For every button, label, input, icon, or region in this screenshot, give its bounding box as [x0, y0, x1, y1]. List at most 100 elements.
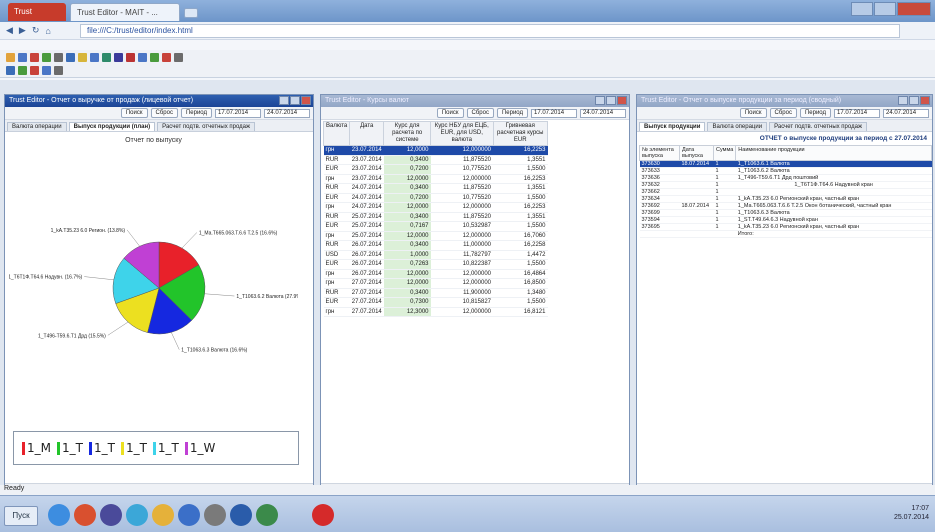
col-product-name[interactable]: Наименование продукции — [735, 145, 932, 161]
grid-icon[interactable] — [18, 66, 27, 75]
report-row[interactable]: 373636 1 1_T496-T59.6.T1 Дрд поштовий — [639, 174, 932, 182]
home-icon[interactable]: ⌂ — [45, 26, 50, 36]
col-currency[interactable]: Валюта — [322, 121, 351, 146]
table-row[interactable]: EUR 26.07.2014 0,7263 10,822387 1,5500 — [323, 259, 548, 270]
minimize-button[interactable] — [851, 2, 873, 16]
table-row[interactable]: RUR 27.07.2014 0,3400 11,900000 1,3480 — [323, 288, 548, 298]
table-row[interactable]: USD 26.07.2014 1,0000 11,782797 1,4472 — [323, 250, 548, 260]
maximize-button[interactable] — [606, 96, 616, 105]
calc-icon[interactable] — [42, 66, 51, 75]
folder-icon[interactable] — [152, 504, 174, 526]
close-button[interactable] — [920, 96, 930, 105]
url-input[interactable]: file:///C:/trust/editor/index.html — [80, 24, 900, 38]
minimize-button[interactable] — [279, 96, 289, 105]
ie-icon[interactable] — [48, 504, 70, 526]
report-row[interactable]: 373632 1 1_T6T1Ф.T64.6 Надувной кран — [639, 181, 932, 189]
table-row[interactable]: грн 26.07.2014 12,0000 12,000000 16,4864 — [323, 269, 548, 279]
add-icon[interactable] — [42, 52, 51, 62]
trust-app-icon[interactable] — [230, 504, 252, 526]
window-icon[interactable] — [6, 66, 15, 75]
report-row[interactable]: 373594 1 1_ST.T49.64.6.3 Надувной кран — [639, 216, 932, 224]
report-row[interactable]: 373695 1 1_kA.T35.23 6.0 Регионский кран, … — [639, 223, 932, 231]
period-button[interactable]: Период — [799, 108, 831, 118]
print-icon[interactable] — [54, 52, 63, 62]
table-row[interactable]: EUR 25.07.2014 0,7167 10,532987 1,5500 — [323, 221, 548, 232]
search-button[interactable]: Поиск — [436, 108, 464, 118]
refresh-icon[interactable] — [66, 52, 75, 62]
word-icon[interactable] — [178, 504, 200, 526]
tab-sales-calc[interactable]: Расчет подтв. отчетных продаж — [769, 122, 867, 131]
close-button[interactable] — [301, 96, 311, 105]
export-icon[interactable] — [162, 52, 171, 62]
date-to-field[interactable]: 24.07.2014 — [883, 108, 929, 118]
report-row[interactable]: 373633 1 1_T1063.6.2 Валюта — [639, 167, 932, 175]
search-button[interactable]: Поиск — [739, 108, 767, 118]
excel-icon[interactable] — [256, 504, 278, 526]
close-button[interactable] — [897, 2, 931, 16]
report-row[interactable]: 373699 1 1_T1063.6.3 Валюта — [639, 209, 932, 217]
date-to-field[interactable]: 24.07.2014 — [264, 108, 310, 118]
maximize-button[interactable] — [290, 96, 300, 105]
down-icon[interactable] — [150, 52, 159, 62]
tab-currency[interactable]: Валюта операции — [7, 122, 67, 131]
col-date[interactable]: Дата — [349, 121, 385, 146]
help-icon[interactable] — [54, 66, 63, 75]
table-row[interactable]: грн 27.07.2014 12,3000 12,000000 16,8121 — [323, 307, 548, 317]
tab-production[interactable]: Выпуск продукции — [639, 122, 706, 131]
back-icon[interactable]: ◀ — [6, 25, 13, 36]
report-row[interactable]: 373634 1 1_kA.T35.23 6.0 Регионский кран, … — [639, 195, 932, 203]
table-row[interactable]: RUR 26.07.2014 0,3400 11,000000 16,2258 — [323, 240, 548, 251]
period-button[interactable]: Период — [496, 108, 528, 118]
table-row[interactable]: грн 27.07.2014 12,0000 12,000000 16,8500 — [323, 278, 548, 289]
col-date[interactable]: Дата выпуска — [679, 145, 714, 161]
search-button[interactable]: Поиск — [120, 108, 148, 118]
media-icon[interactable] — [204, 504, 226, 526]
minimize-button[interactable] — [898, 96, 908, 105]
tab-currency[interactable]: Валюта операции — [707, 122, 768, 131]
maximize-button[interactable] — [909, 96, 919, 105]
tab-sales-calc[interactable]: Расчет подтв. отчетных продаж — [157, 122, 256, 131]
date-to-field[interactable]: 24.07.2014 — [580, 108, 626, 118]
table-row[interactable]: RUR 23.07.2014 0,3400 11,875520 1,3551 — [323, 155, 548, 165]
settings-icon[interactable] — [174, 52, 183, 62]
delete-icon[interactable] — [30, 52, 39, 62]
folder-icon[interactable] — [78, 52, 87, 62]
table-icon[interactable] — [90, 52, 99, 62]
report-row[interactable]: 373630 18.07.2014 1 1_T1063.6.1 Валюта — [639, 160, 932, 168]
period-button[interactable]: Период — [180, 108, 212, 118]
stop-icon[interactable] — [126, 52, 135, 62]
browser-tab-trust[interactable]: Trust — [8, 3, 66, 21]
close-button[interactable] — [617, 96, 627, 105]
table-row[interactable]: EUR 24.07.2014 0,7200 10,775520 1,5500 — [323, 193, 548, 203]
tab-production-plan[interactable]: Выпуск продукции (план) — [68, 122, 156, 131]
date-from-field[interactable]: 17.07.2014 — [834, 108, 880, 118]
reset-button[interactable]: Сброс — [466, 108, 494, 118]
filter-icon[interactable] — [114, 52, 123, 62]
table-row[interactable]: RUR 24.07.2014 0,3400 11,875520 1,3551 — [323, 183, 548, 194]
maximize-button[interactable] — [874, 2, 896, 16]
table-row[interactable]: RUR 25.07.2014 0,3400 11,875520 1,3551 — [323, 212, 548, 222]
date-from-field[interactable]: 17.07.2014 — [215, 108, 261, 118]
chart-icon[interactable] — [102, 52, 111, 62]
col-qty[interactable]: Сумма — [712, 145, 737, 161]
report-row[interactable]: 373692 18.07.2014 1 1_Ma.T665.063.T.6.6 Т.2… — [639, 202, 932, 210]
col-number[interactable]: № элемента выпуска — [639, 145, 680, 161]
start-button[interactable]: Пуск — [4, 506, 38, 526]
app-icon[interactable] — [74, 504, 96, 526]
minimize-button[interactable] — [595, 96, 605, 105]
opera-icon[interactable] — [312, 504, 334, 526]
new-tab-button[interactable] — [184, 8, 198, 18]
report-row[interactable]: 373662 1 — [639, 188, 932, 196]
reset-button[interactable]: Сброс — [150, 108, 178, 118]
col-nbu-rate[interactable]: Курс НБУ для ЕЦБ, EUR, для USD, валюта — [430, 121, 494, 146]
report-row[interactable]: Итого: — [639, 230, 932, 238]
reset-button[interactable]: Сброс — [769, 108, 797, 118]
date-from-field[interactable]: 17.07.2014 — [531, 108, 577, 118]
table-row[interactable]: грн 25.07.2014 12,0000 12,000000 16,7060 — [323, 231, 548, 241]
table-row[interactable]: грн 24.07.2014 12,0000 12,000000 16,2253 — [323, 202, 548, 213]
table-row[interactable]: EUR 27.07.2014 0,7300 10,815827 1,5500 — [323, 297, 548, 308]
report-icon[interactable] — [30, 66, 39, 75]
browser-tab-editor[interactable]: Trust Editor - MAIT - ... — [70, 3, 180, 21]
table-row[interactable]: грн 23.07.2014 12,0000 12,000000 16,2253 — [323, 145, 548, 156]
chrome-icon[interactable] — [126, 504, 148, 526]
